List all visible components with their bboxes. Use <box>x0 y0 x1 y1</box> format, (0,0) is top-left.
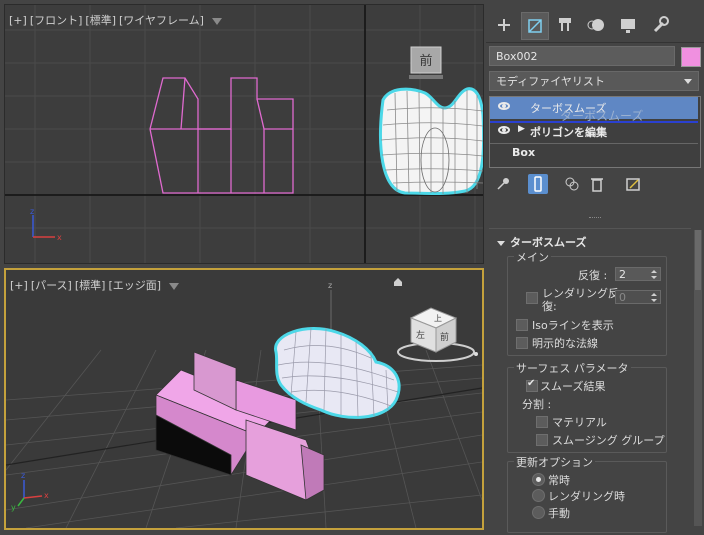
front-view-menu[interactable]: [フロント] <box>30 14 83 27</box>
stack-item-box[interactable]: Box <box>490 144 698 166</box>
tab-display[interactable] <box>615 12 641 38</box>
surface-params-group: サーフェス パラメータ スムーズ結果 分割 : マテリアル スムージング グルー… <box>507 360 667 453</box>
svg-text:左: 左 <box>416 329 425 341</box>
svg-text:z: z <box>30 207 34 216</box>
svg-text:前: 前 <box>440 331 449 343</box>
front-shading-menu[interactable]: [標準] <box>85 14 116 27</box>
make-unique-button[interactable] <box>562 174 582 194</box>
front-mode-menu[interactable]: [ワイヤフレーム] <box>119 14 204 27</box>
stack-item-edit-poly[interactable]: ▶ ポリゴンを編集 <box>490 121 698 143</box>
end-result-icon <box>534 176 542 192</box>
pin-stack-button[interactable] <box>493 174 513 194</box>
persp-view-menu[interactable]: [パース] <box>31 279 72 292</box>
stack-toolbar <box>489 172 699 196</box>
front-viewport-label: [+] [フロント] [標準] [ワイヤフレーム] <box>9 12 225 28</box>
explicit-normals-checkbox[interactable] <box>516 337 528 349</box>
modifier-stack: ターボスムーズ ターボスムーズ ▶ ポリゴンを編集 Box <box>489 96 701 168</box>
make-unique-icon <box>565 177 579 191</box>
modifier-list-label: モディファイヤリスト <box>496 75 605 88</box>
hierarchy-icon <box>559 18 571 31</box>
separate-materials-checkbox[interactable] <box>536 416 548 428</box>
update-options-group: 更新オプション 常時 レンダリング時 手動 <box>507 454 667 533</box>
box-wireframe <box>149 77 294 194</box>
show-end-result-button[interactable] <box>528 174 548 194</box>
update-manual-radio[interactable] <box>532 506 545 519</box>
front-viewport[interactable]: [+] [フロント] [標準] [ワイヤフレーム] 前 z x <box>4 4 484 264</box>
persp-mode-menu[interactable]: [エッジ面] <box>108 279 161 292</box>
front-viewport-scene: 前 z x <box>5 5 483 263</box>
persp-shading-menu[interactable]: [標準] <box>75 279 106 292</box>
plus-icon <box>498 19 510 31</box>
panel-scrollbar[interactable] <box>694 230 702 526</box>
tab-create[interactable] <box>491 12 517 38</box>
configure-icon <box>626 178 640 191</box>
svg-text:上: 上 <box>434 314 442 323</box>
expand-arrow-icon[interactable]: ▶ <box>518 124 525 134</box>
persp-plus-menu[interactable]: [+] <box>10 279 28 292</box>
configure-modifier-sets-button[interactable] <box>623 174 643 194</box>
persp-viewport-scene: z 上 左 前 z x y <box>6 278 482 528</box>
front-plus-menu[interactable]: [+] <box>9 14 27 27</box>
display-icon <box>621 19 635 33</box>
eye-icon[interactable] <box>498 126 510 134</box>
object-name-field[interactable]: Box002 <box>489 46 675 66</box>
tab-motion[interactable] <box>583 12 609 38</box>
svg-text:z: z <box>328 281 332 290</box>
svg-text:x: x <box>44 491 49 500</box>
update-when-rendering-radio[interactable] <box>532 489 545 502</box>
svg-text:y: y <box>11 503 16 512</box>
command-panel-tabs <box>486 8 704 43</box>
iterations-label: 反復 : <box>578 269 608 282</box>
trash-icon <box>591 178 603 192</box>
command-panel: Box002 モディファイヤリスト ターボスムーズ ターボスムーズ ▶ ポリゴン… <box>486 0 704 535</box>
panel-separator <box>589 217 601 220</box>
wrench-icon <box>653 16 669 33</box>
modifier-list-dropdown[interactable]: モディファイヤリスト <box>489 71 699 91</box>
remove-modifier-button[interactable] <box>587 174 607 194</box>
stack-item-turbosmooth[interactable]: ターボスムーズ ターボスムーズ <box>490 97 698 123</box>
pin-icon <box>497 178 509 190</box>
rollout-title[interactable]: ターボスムーズ <box>497 234 586 250</box>
eye-icon[interactable] <box>498 102 510 110</box>
tab-utilities[interactable] <box>647 12 673 38</box>
chevron-down-icon <box>684 79 692 84</box>
perspective-viewport[interactable]: [+] [パース] [標準] [エッジ面] z 上 左 前 z x y <box>4 268 484 530</box>
render-iters-checkbox[interactable] <box>526 292 538 304</box>
modify-icon <box>528 19 542 33</box>
render-iters-spinner[interactable]: 0 <box>615 290 661 304</box>
object-color-swatch[interactable] <box>681 47 701 67</box>
main-group: メイン 反復 : 2 レンダリング反 復: 0 Isoラインを表示 明示的な法線 <box>507 249 667 356</box>
smooth-result-checkbox[interactable] <box>526 378 538 392</box>
isoline-display-checkbox[interactable] <box>516 319 528 331</box>
separate-smoothing-groups-checkbox[interactable] <box>536 434 548 446</box>
viewcube-front-label: 前 <box>419 53 432 69</box>
home-icon <box>394 278 402 286</box>
persp-viewport-label: [+] [パース] [標準] [エッジ面] <box>10 277 182 293</box>
iterations-spinner[interactable]: 2 <box>615 267 661 281</box>
update-always-radio[interactable] <box>532 473 545 486</box>
motion-icon <box>587 19 604 31</box>
svg-text:z: z <box>21 471 25 480</box>
tab-hierarchy[interactable] <box>552 12 578 38</box>
tab-modify[interactable] <box>521 12 549 40</box>
filter-icon[interactable] <box>169 282 180 290</box>
svg-text:x: x <box>57 233 62 242</box>
turbosmooth-rollout: ターボスムーズ メイン 反復 : 2 レンダリング反 復: 0 Isoラインを表… <box>489 228 691 533</box>
filter-icon[interactable] <box>211 17 222 25</box>
